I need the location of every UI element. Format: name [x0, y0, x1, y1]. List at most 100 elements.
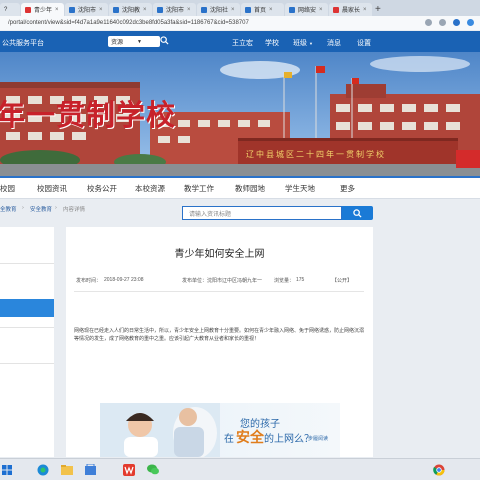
browser-tab-label: 青少年 [34, 8, 53, 14]
nav-campus[interactable]: 校园 [0, 183, 15, 194]
views-label: 浏览量： [274, 278, 295, 284]
browser-tab-label: ? [4, 6, 8, 13]
nav-teachers-garden[interactable]: 教师园地 [235, 183, 265, 194]
article-search-input[interactable]: 请输入资讯标题 [182, 206, 342, 220]
nav-more[interactable]: 更多 [340, 183, 355, 194]
nav-campus-news[interactable]: 校园资讯 [37, 183, 67, 194]
browser-tab[interactable]: 沈阳社 × [197, 3, 240, 16]
browser-tab-label: 沈阳教 [122, 8, 141, 14]
article-search-button[interactable] [342, 206, 373, 220]
settings-link[interactable]: 设置 [357, 38, 371, 48]
school-name-calligraphy: 年一贯制学校 [0, 98, 177, 132]
tab-close-icon[interactable]: × [363, 7, 367, 13]
platform-title: 公共服务平台 [2, 40, 44, 47]
tab-close-icon[interactable]: × [269, 7, 273, 13]
visibility-badge: 【公开】 [332, 278, 353, 284]
browser-tab[interactable]: 网络安 × [285, 3, 328, 16]
breadcrumb-separator: › [55, 205, 57, 211]
views-count: 175 [296, 277, 305, 283]
wechat-icon[interactable] [146, 463, 159, 476]
main-nav: 校园 校园资讯 校务公开 本校资源 教学工作 教师园地 学生天地 更多 [0, 176, 480, 199]
nav-teaching-work[interactable]: 教学工作 [184, 183, 214, 194]
collections-icon[interactable] [439, 19, 446, 26]
address-bar[interactable]: /portal/content/view&sid=f4d7a1a9e11640c… [0, 16, 480, 30]
tab-close-icon[interactable]: × [231, 7, 235, 13]
article-panel: 青少年如何安全上网 发布时间： 2018-09-27 23:08 发布单位： 沈… [66, 227, 373, 457]
sidebar-divider [0, 263, 54, 264]
address-bar-tools [425, 19, 474, 26]
search-type-value: 资源 [111, 40, 124, 46]
promo-image: 您的孩子 在 安全 的上网么？ 步履阅读 [100, 403, 340, 457]
browser-tab-bar: ? 青少年 × 沈阳市 × 沈阳教 × 沈阳市 × 沈阳社 × 首页 × 网络安… [0, 0, 480, 16]
url-text[interactable]: /portal/content/view&sid=f4d7a1a9e11640c… [8, 20, 249, 26]
nav-school-affairs[interactable]: 校务公开 [87, 183, 117, 194]
sidebar-divider [0, 327, 54, 328]
promo-link[interactable]: 步履阅读 [308, 435, 328, 442]
profile-icon[interactable] [467, 19, 474, 26]
tab-close-icon[interactable]: × [319, 7, 323, 13]
messages-link[interactable]: 消息 [327, 38, 341, 48]
browser-tab[interactable]: 晨家长 × [329, 3, 372, 16]
breadcrumb-current: 内容详情 [63, 207, 86, 213]
browser-tab-active[interactable]: 青少年 × [21, 3, 64, 16]
search-placeholder: 请输入资讯标题 [189, 211, 232, 218]
sidebar-item-active[interactable] [0, 299, 54, 317]
browser-tab[interactable]: ? [0, 3, 20, 16]
sidebar-divider [0, 363, 54, 364]
tab-favicon-icon [289, 6, 295, 13]
tab-close-icon[interactable]: × [99, 7, 103, 13]
browser-tab[interactable]: 首页 × [241, 3, 284, 16]
browser-tab-label: 首页 [254, 8, 267, 14]
browser-tab-label: 沈阳市 [78, 8, 97, 14]
store-icon[interactable] [84, 463, 97, 476]
tab-favicon-icon [113, 6, 119, 13]
tab-favicon-icon [25, 6, 31, 13]
class-link-label: 班级 [293, 40, 307, 47]
promo-highlight: 安全 [236, 429, 264, 445]
wps-icon[interactable] [122, 463, 135, 476]
meta-divider [74, 291, 364, 292]
breadcrumb-item[interactable]: 安全教育 [30, 205, 52, 213]
article-title: 青少年如何安全上网 [174, 249, 265, 260]
windows-icon[interactable] [0, 463, 13, 476]
site-top-bar: 公共服务平台 资源 ▼ 王立宏 学校 班级 ▼ 消息 设置 [0, 31, 480, 52]
class-link[interactable]: 班级 ▼ [293, 38, 313, 48]
user-name-link[interactable]: 王立宏 [232, 38, 253, 48]
search-icon [159, 36, 169, 45]
edge-icon[interactable] [36, 463, 49, 476]
gate-inscription: 辽中县城区二十四年一贯制学校 [246, 150, 386, 159]
browser-tab-label: 网络安 [298, 8, 317, 14]
browser-tab[interactable]: 沈阳市 × [153, 3, 196, 16]
tab-close-icon[interactable]: × [143, 7, 147, 13]
browser-tab[interactable]: 沈阳市 × [65, 3, 108, 16]
browser-tab[interactable]: 沈阳教 × [109, 3, 152, 16]
child-with-laptop-image [100, 403, 220, 457]
tab-favicon-icon [157, 6, 163, 13]
chevron-down-icon: ▼ [137, 38, 142, 45]
chevron-down-icon: ▼ [309, 41, 313, 46]
tab-close-icon[interactable]: × [187, 7, 191, 13]
tab-close-icon[interactable]: × [55, 7, 59, 13]
star-icon[interactable] [425, 19, 432, 26]
folder-icon[interactable] [60, 463, 73, 476]
extension-icon[interactable] [453, 19, 460, 26]
nav-school-resources[interactable]: 本校资源 [135, 183, 165, 194]
nav-students-world[interactable]: 学生天地 [285, 183, 315, 194]
browser-tab-label: 晨家长 [342, 8, 361, 14]
promo-line-2-suffix: 的上网么？ [264, 434, 314, 445]
left-sidebar [0, 227, 54, 457]
user-links: 王立宏 学校 班级 ▼ 消息 设置 [232, 38, 371, 48]
search-type-select[interactable]: 资源 ▼ [108, 36, 160, 47]
publish-time: 2018-09-27 23:08 [104, 277, 144, 283]
promo-line-2-prefix: 在 [224, 434, 234, 445]
top-search-button[interactable] [158, 34, 170, 47]
browser-tab-label: 沈阳社 [210, 8, 229, 14]
search-icon [353, 208, 362, 218]
new-tab-button[interactable]: + [375, 3, 381, 16]
chrome-icon[interactable] [432, 463, 445, 476]
publish-unit: 沈阳市辽中区冯朝九年一 [207, 278, 263, 284]
breadcrumb-item[interactable]: 全教育 [0, 205, 17, 213]
school-link[interactable]: 学校 [265, 38, 279, 48]
publish-time-label: 发布时间： [76, 278, 102, 284]
school-banner: 年一贯制学校 辽中县城区二十四年一贯制学校 [0, 52, 480, 176]
